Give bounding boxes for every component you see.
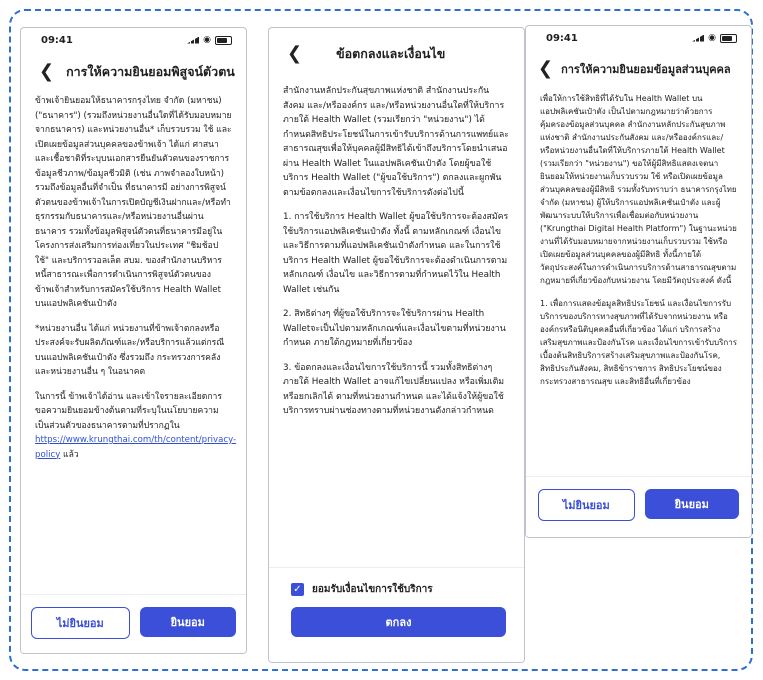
accept-terms-label: ยอมรับเงื่อนไขการใช้บริการ bbox=[312, 584, 433, 595]
terms-text: สำนักงานหลักประกันสุขภาพแห่งชาติ สำนักงา… bbox=[269, 70, 524, 419]
checkbox-checked-icon[interactable]: ✓ bbox=[291, 583, 304, 596]
terms-paragraph-1: สำนักงานหลักประกันสุขภาพแห่งชาติ สำนักงา… bbox=[283, 86, 509, 198]
header: ❮ การให้ความยินยอมข้อมูลส่วนบุคคล bbox=[526, 50, 751, 84]
consent-paragraph-1: เพื่อให้การใช้สิทธิที่ได้รับใน Health Wa… bbox=[540, 94, 737, 285]
consent-paragraph-1: ข้าพเจ้ายินยอมให้ธนาคารกรุงไทย จำกัด (มห… bbox=[35, 96, 232, 309]
accept-button[interactable]: ยินยอม bbox=[139, 607, 236, 637]
wifi-icon: ◉ bbox=[708, 33, 716, 43]
button-row: ไม่ยินยอม ยินยอม bbox=[21, 594, 246, 653]
header: ❮ การให้ความยินยอมพิสูจน์ตัวตน bbox=[21, 52, 246, 88]
accept-terms-row[interactable]: ✓ ยอมรับเงื่อนไขการใช้บริการ bbox=[269, 582, 524, 597]
header: ❮ ข้อตกลงและเงื่อนไข bbox=[269, 28, 524, 70]
consent-identity-screen: 09:41 ◉ ❮ การให้ความยินยอมพิสูจน์ตัวตน ข… bbox=[20, 27, 247, 654]
back-chevron-icon[interactable]: ❮ bbox=[287, 45, 302, 63]
wifi-icon: ◉ bbox=[203, 35, 211, 45]
consent-paragraph-3: ในการนี้ ข้าพเจ้าได้อ่าน และเข้าใจรายละเ… bbox=[35, 391, 237, 460]
ok-button[interactable]: ตกลง bbox=[291, 607, 506, 637]
terms-footer: ✓ ยอมรับเงื่อนไขการใช้บริการ ตกลง bbox=[269, 567, 524, 662]
battery-icon bbox=[215, 35, 232, 45]
consent-text: ข้าพเจ้ายินยอมให้ธนาคารกรุงไทย จำกัด (มห… bbox=[21, 88, 246, 462]
status-time: 09:41 bbox=[41, 34, 73, 46]
accept-button[interactable]: ยินยอม bbox=[644, 489, 739, 519]
terms-screen: ❮ ข้อตกลงและเงื่อนไข สำนักงานหลักประกันส… bbox=[268, 27, 525, 663]
page-title: การให้ความยินยอมพิสูจน์ตัวตน bbox=[66, 64, 235, 79]
terms-paragraph-3: 2. สิทธิต่างๆ ที่ผู้ขอใช้บริการจะใช้บริก… bbox=[283, 309, 506, 348]
consent-paragraph-2: 1. เพื่อการแสดงข้อมูลสิทธิประโยชน์ และเง… bbox=[540, 299, 737, 386]
decline-button[interactable]: ไม่ยินยอม bbox=[31, 607, 130, 639]
page-title: ข้อตกลงและเงื่อนไข bbox=[336, 46, 446, 61]
button-row: ไม่ยินยอม ยินยอม bbox=[526, 476, 751, 537]
page-title: การให้ความยินยอมข้อมูลส่วนบุคคล bbox=[561, 63, 731, 76]
status-time: 09:41 bbox=[546, 32, 578, 44]
battery-icon bbox=[720, 33, 737, 43]
decline-button[interactable]: ไม่ยินยอม bbox=[538, 489, 635, 521]
signal-icon bbox=[692, 34, 705, 42]
back-chevron-icon[interactable]: ❮ bbox=[39, 63, 54, 81]
terms-paragraph-2: 1. การใช้บริการ Health Wallet ผู้ขอใช้บร… bbox=[283, 212, 509, 295]
consent-text: เพื่อให้การใช้สิทธิที่ได้รับใน Health Wa… bbox=[526, 84, 751, 388]
consent-personal-data-screen: 09:41 ◉ ❮ การให้ความยินยอมข้อมูลส่วนบุคค… bbox=[525, 25, 752, 538]
status-bar: 09:41 ◉ bbox=[526, 26, 751, 50]
terms-paragraph-4: 3. ข้อตกลงและเงื่อนไขการใช้บริการนี้ รวม… bbox=[283, 362, 505, 417]
back-chevron-icon[interactable]: ❮ bbox=[538, 60, 553, 78]
signal-icon bbox=[187, 36, 200, 44]
status-bar: 09:41 ◉ bbox=[21, 28, 246, 52]
consent-paragraph-2: *หน่วยงานอื่น ได้แก่ หน่วยงานที่ข้าพเจ้า… bbox=[35, 323, 225, 378]
